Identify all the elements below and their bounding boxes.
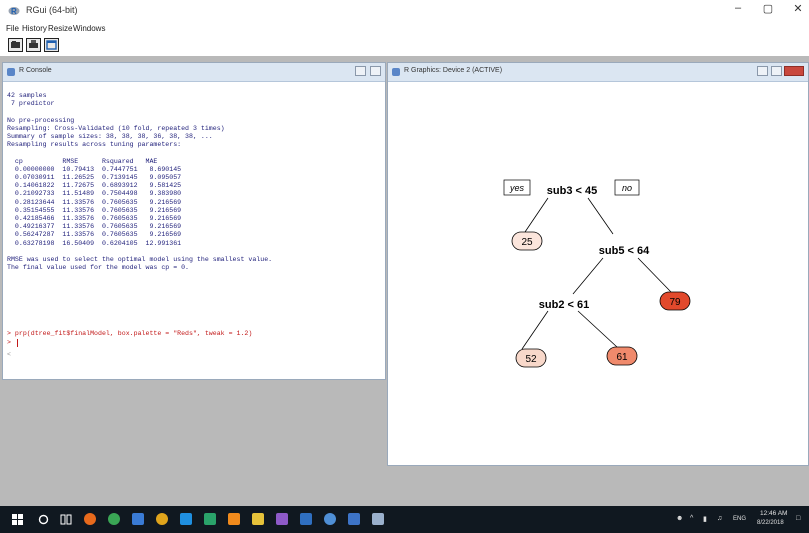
open-file-icon (11, 41, 20, 48)
title-bar: R RGui (64-bit) – ▢ ✕ (0, 0, 809, 22)
graphics-close-button[interactable] (784, 66, 804, 76)
console-line: The final value used for the model was c… (7, 264, 190, 272)
console-line: 0.28123644 11.33576 0.7605635 9.216569 (7, 198, 182, 206)
menu-history[interactable]: History (22, 24, 47, 33)
graphics-maximize-button[interactable] (771, 66, 782, 76)
scroll-left-marker[interactable]: < (7, 351, 11, 358)
console-line: 0.14061822 11.72675 0.6893912 9.581425 (7, 182, 182, 190)
console-line: Summary of sample sizes: 38, 38, 38, 36,… (7, 133, 213, 140)
minimize-button[interactable]: – (727, 2, 749, 14)
restore-button[interactable]: ▢ (757, 2, 779, 15)
edge-sub5-right (637, 257, 672, 293)
split-sub2: sub2 < 61 (539, 299, 589, 311)
svg-text:R: R (11, 7, 17, 16)
console-line: 0.07030911 11.26525 0.7139145 9.095057 (7, 174, 182, 181)
menu-windows[interactable]: Windows (73, 24, 105, 33)
leaf-value-25: 25 (521, 237, 533, 248)
console-command: > prp(dtree_fit$finalModel, box.palette … (7, 330, 253, 337)
print-button[interactable] (26, 38, 41, 52)
console-line: 0.00000000 10.79413 0.7447751 8.690145 (7, 165, 182, 173)
people-icon[interactable]: ☻ (676, 515, 683, 522)
close-button[interactable]: ✕ (787, 2, 809, 15)
open-script-button[interactable] (8, 38, 23, 52)
window-icon (46, 40, 57, 50)
word-icon[interactable] (180, 513, 192, 525)
vlc-icon[interactable] (228, 513, 240, 525)
console-line: 7 predictor (7, 100, 55, 108)
chevron-up-icon[interactable]: ^ (690, 515, 693, 522)
task-view-icon[interactable] (60, 514, 72, 525)
edge-icon[interactable] (324, 513, 336, 525)
console-maximize-button[interactable] (370, 66, 381, 76)
edge-sub2-right (577, 310, 618, 348)
chrome-icon[interactable] (156, 513, 168, 525)
taskbar: ☻ ^ ▮ ♫ ENG 12:46 AM 8/22/2018 □ (0, 506, 809, 533)
notifications-icon[interactable]: □ (796, 515, 800, 522)
console-line: 0.56247287 11.33576 0.7605635 9.216569 (7, 231, 182, 239)
console-line: 42 samples (7, 92, 47, 99)
app-folder-icon[interactable] (300, 513, 312, 525)
console-output[interactable]: 42 samples 7 predictor No pre-processing R… (3, 82, 385, 379)
rgui-taskbar-icon[interactable] (372, 513, 384, 525)
console-line: 0.35154555 11.33576 0.7605635 9.216569 (7, 206, 182, 214)
console-line: 0.63278198 16.50409 0.6204105 12.991361 (7, 239, 182, 247)
leaf-value-61: 61 (616, 352, 628, 363)
console-title: R Console (19, 67, 52, 74)
edge-root-right (587, 197, 614, 235)
app-purple-icon[interactable] (276, 513, 288, 525)
console-line: No pre-processing (7, 116, 75, 124)
menu-bar: File History Resize Windows (0, 22, 809, 36)
excel-icon[interactable] (204, 513, 216, 525)
menu-file[interactable]: File (6, 24, 19, 33)
r-console-icon (7, 68, 15, 76)
printer-icon (29, 40, 38, 48)
console-line: 0.49216377 11.33576 0.7605635 9.216569 (7, 223, 182, 231)
leaf-value-52: 52 (525, 354, 537, 365)
console-line: Resampling: Cross-Validated (10 fold, re… (7, 124, 225, 132)
no-label: no (622, 183, 632, 193)
app-green-icon[interactable] (108, 513, 120, 525)
file-explorer-icon[interactable] (252, 513, 264, 525)
graphics-window: R Graphics: Device 2 (ACTIVE) yes no sub… (387, 62, 809, 466)
r-logo-icon: R (8, 7, 20, 16)
windows-start-icon[interactable] (12, 514, 23, 525)
plot-area: yes no sub3 < 45 sub5 < 64 sub2 < 61 25 … (388, 82, 808, 465)
decision-tree-plot: yes no sub3 < 45 sub5 < 64 sub2 < 61 25 … (503, 179, 691, 368)
toggle-console-button[interactable] (44, 38, 59, 52)
split-sub5: sub5 < 64 (599, 245, 650, 257)
edge-sub5-left (572, 257, 604, 295)
split-sub3: sub3 < 45 (547, 185, 597, 197)
graphics-minimize-button[interactable] (757, 66, 768, 76)
graphics-title-bar[interactable]: R Graphics: Device 2 (ACTIVE) (388, 63, 808, 82)
leaf-value-79: 79 (669, 297, 681, 308)
app-blue-icon[interactable] (132, 513, 144, 525)
speaker-icon[interactable]: ♫ (717, 515, 722, 522)
clock-date[interactable]: 8/22/2018 (757, 520, 784, 526)
console-line: Resampling results across tuning paramet… (7, 141, 182, 149)
console-line: RMSE was used to select the optimal mode… (7, 256, 273, 263)
console-line: 0.21092733 11.51489 0.7504498 9.383980 (7, 190, 182, 198)
graphics-title: R Graphics: Device 2 (ACTIVE) (404, 67, 503, 74)
console-title-bar[interactable]: R Console (3, 63, 385, 82)
app-title: RGui (64-bit) (26, 5, 78, 15)
console-minimize-button[interactable] (355, 66, 366, 76)
edge-sub2-left (521, 310, 549, 350)
firefox-icon[interactable] (84, 513, 96, 525)
search-icon[interactable] (38, 514, 49, 525)
r-graphics-icon (392, 68, 400, 76)
clock-time[interactable]: 12:46 AM (760, 510, 787, 517)
console-prompt: > (7, 339, 11, 346)
menu-resize[interactable]: Resize (48, 24, 72, 33)
app-doc-icon[interactable] (348, 513, 360, 525)
text-cursor (17, 339, 18, 347)
network-icon[interactable]: ▮ (703, 515, 707, 523)
console-window: R Console 42 samples 7 predictor No pre-p… (2, 62, 386, 380)
edge-root-left (524, 197, 549, 233)
toolbar (0, 36, 809, 56)
yes-label: yes (509, 183, 525, 193)
language-indicator[interactable]: ENG (733, 516, 746, 522)
console-line: cp RMSE Rsquared MAE (7, 157, 158, 165)
console-line: 0.42185466 11.33576 0.7605635 9.216569 (7, 215, 182, 222)
